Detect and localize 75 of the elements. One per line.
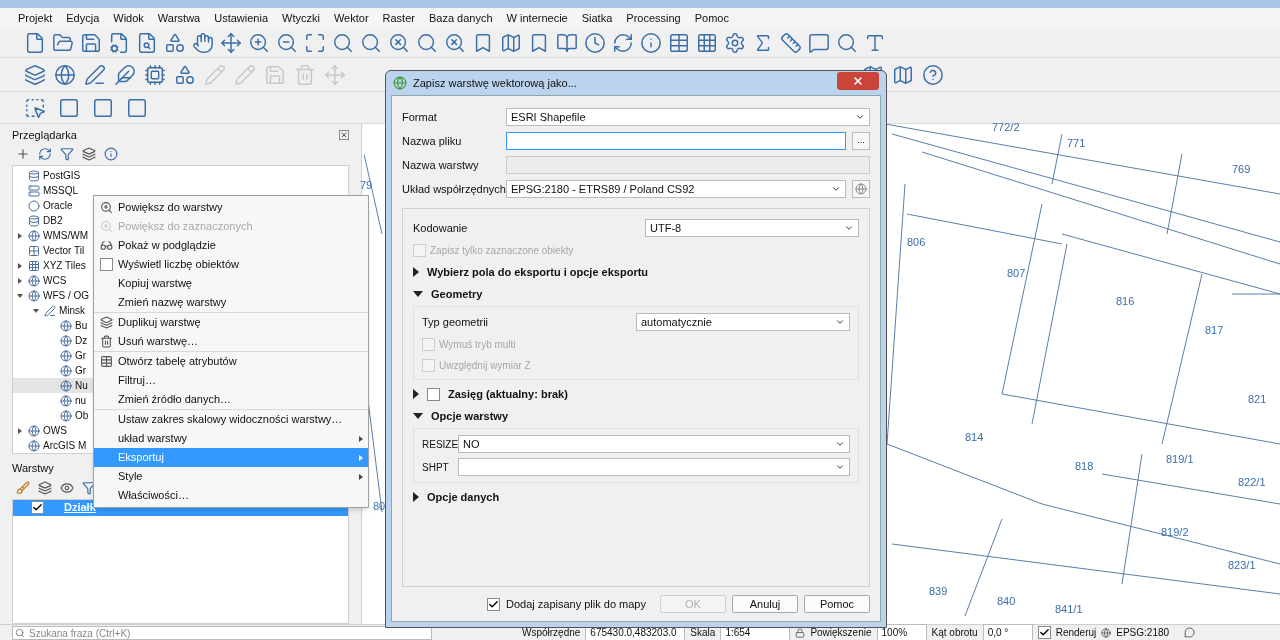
tree-label: WCS xyxy=(43,274,67,288)
parcel-label: 823/1 xyxy=(1228,558,1256,573)
field-label: Typ geometrii xyxy=(422,314,490,330)
parcel-label: 772/2 xyxy=(992,120,1020,135)
checkbox-label: Wymuś tryb multi xyxy=(439,338,516,352)
menu-label: Pokaż w podglądzie xyxy=(118,238,216,254)
parcel-label: 769 xyxy=(1232,162,1251,177)
tree-label: Gr xyxy=(75,364,87,378)
tree-label: MSSQL xyxy=(43,184,78,198)
menu-label: Style xyxy=(118,469,143,485)
checkbox-label: Uwzględnij wymiar Z xyxy=(439,359,531,373)
parcel-label: 818 xyxy=(1075,459,1094,474)
field-label: SHPT xyxy=(422,460,450,475)
field-label: Nazwa warstwy xyxy=(402,157,480,173)
parcel-label: 841/1 xyxy=(1055,602,1083,617)
checkbox-label: Zapisz tylko zaznaczone obiekty xyxy=(430,244,574,258)
tree-label: XYZ Tiles xyxy=(43,259,86,273)
zoom-label: Powiększenie xyxy=(810,626,872,640)
menu-label: Filtruj… xyxy=(118,373,156,389)
field-label: Nazwa pliku xyxy=(402,133,463,149)
menu-label: Zmień źródło danych… xyxy=(118,392,232,408)
menu-label: Duplikuj warstwę xyxy=(118,315,201,331)
panel-title: Warstwy xyxy=(12,461,54,476)
menu-label: Właściwości… xyxy=(118,488,189,504)
tree-label: nu xyxy=(75,394,87,408)
parcel-label: 814 xyxy=(965,430,984,445)
tree-label: Nu xyxy=(75,379,88,393)
tree-label: WFS / OG xyxy=(43,289,90,303)
tree-label: Gr xyxy=(75,349,87,363)
tree-label: ArcGIS M xyxy=(43,439,87,453)
menu-label: Usuń warstwę… xyxy=(118,334,199,350)
scale-label: Skala xyxy=(690,626,716,640)
tree-label: OWS xyxy=(43,424,67,438)
tree-label: Vector Til xyxy=(43,244,85,258)
menu-label: Kopiuj warstwę xyxy=(118,276,192,292)
parcel-label: 806 xyxy=(907,235,926,250)
menu-label: Eksportuj xyxy=(118,450,164,466)
menu-label: Powiększ do zaznaczonych xyxy=(118,219,253,235)
layer-name: Działk xyxy=(64,500,96,516)
parcel-label: 819/1 xyxy=(1166,452,1194,467)
dialog-title: Zapisz warstwę wektorową jako... xyxy=(413,75,578,91)
parcel-label: 771 xyxy=(1067,136,1086,151)
parcel-label: 816 xyxy=(1116,294,1135,309)
parcel-label: 819/2 xyxy=(1161,525,1189,540)
tree-label: WMS/WM xyxy=(43,229,88,243)
parcel-label: 807 xyxy=(1007,266,1026,281)
panel-title: Przeglądarka xyxy=(12,127,77,143)
tree-label: Ob xyxy=(75,409,89,423)
menu-label: Powiększ do warstwy xyxy=(118,200,223,216)
parcel-label: 821 xyxy=(1248,392,1267,407)
tree-label: DB2 xyxy=(43,214,63,228)
coordinates-label: Współrzędne xyxy=(522,626,581,640)
menu-label: Ustaw zakres skalowy widoczności warstwy… xyxy=(118,412,343,428)
tree-label: Minsk xyxy=(59,304,86,318)
parcel-label: 80 xyxy=(373,499,386,514)
menu-label: Zmień nazwę warstwy xyxy=(118,295,227,311)
tree-label: Dz xyxy=(75,334,88,348)
field-label: Układ współrzędnych xyxy=(402,181,506,197)
parcel-label: 822/1 xyxy=(1238,475,1266,490)
menu-label: Wyświetl liczbę obiektów xyxy=(118,257,239,273)
parcel-label: 840 xyxy=(997,594,1016,609)
field-label: Kodowanie xyxy=(413,220,469,236)
menu-label: układ warstwy xyxy=(118,431,188,447)
field-label: Format xyxy=(402,109,438,125)
tree-label: Bu xyxy=(75,319,88,333)
menu-label: Otwórz tabelę atrybutów xyxy=(118,354,237,370)
tree-label: PostGIS xyxy=(43,169,81,183)
parcel-label: 79 xyxy=(360,178,373,193)
field-label: RESIZE xyxy=(422,437,458,452)
parcel-label: 839 xyxy=(929,584,948,599)
tree-label: Oracle xyxy=(43,199,73,213)
checkbox-label: Dodaj zapisany plik do mapy xyxy=(505,596,646,612)
render-label: Renderuj xyxy=(1055,626,1097,640)
rotation-label: Kąt obrotu xyxy=(931,626,978,640)
parcel-label: 817 xyxy=(1205,323,1224,338)
